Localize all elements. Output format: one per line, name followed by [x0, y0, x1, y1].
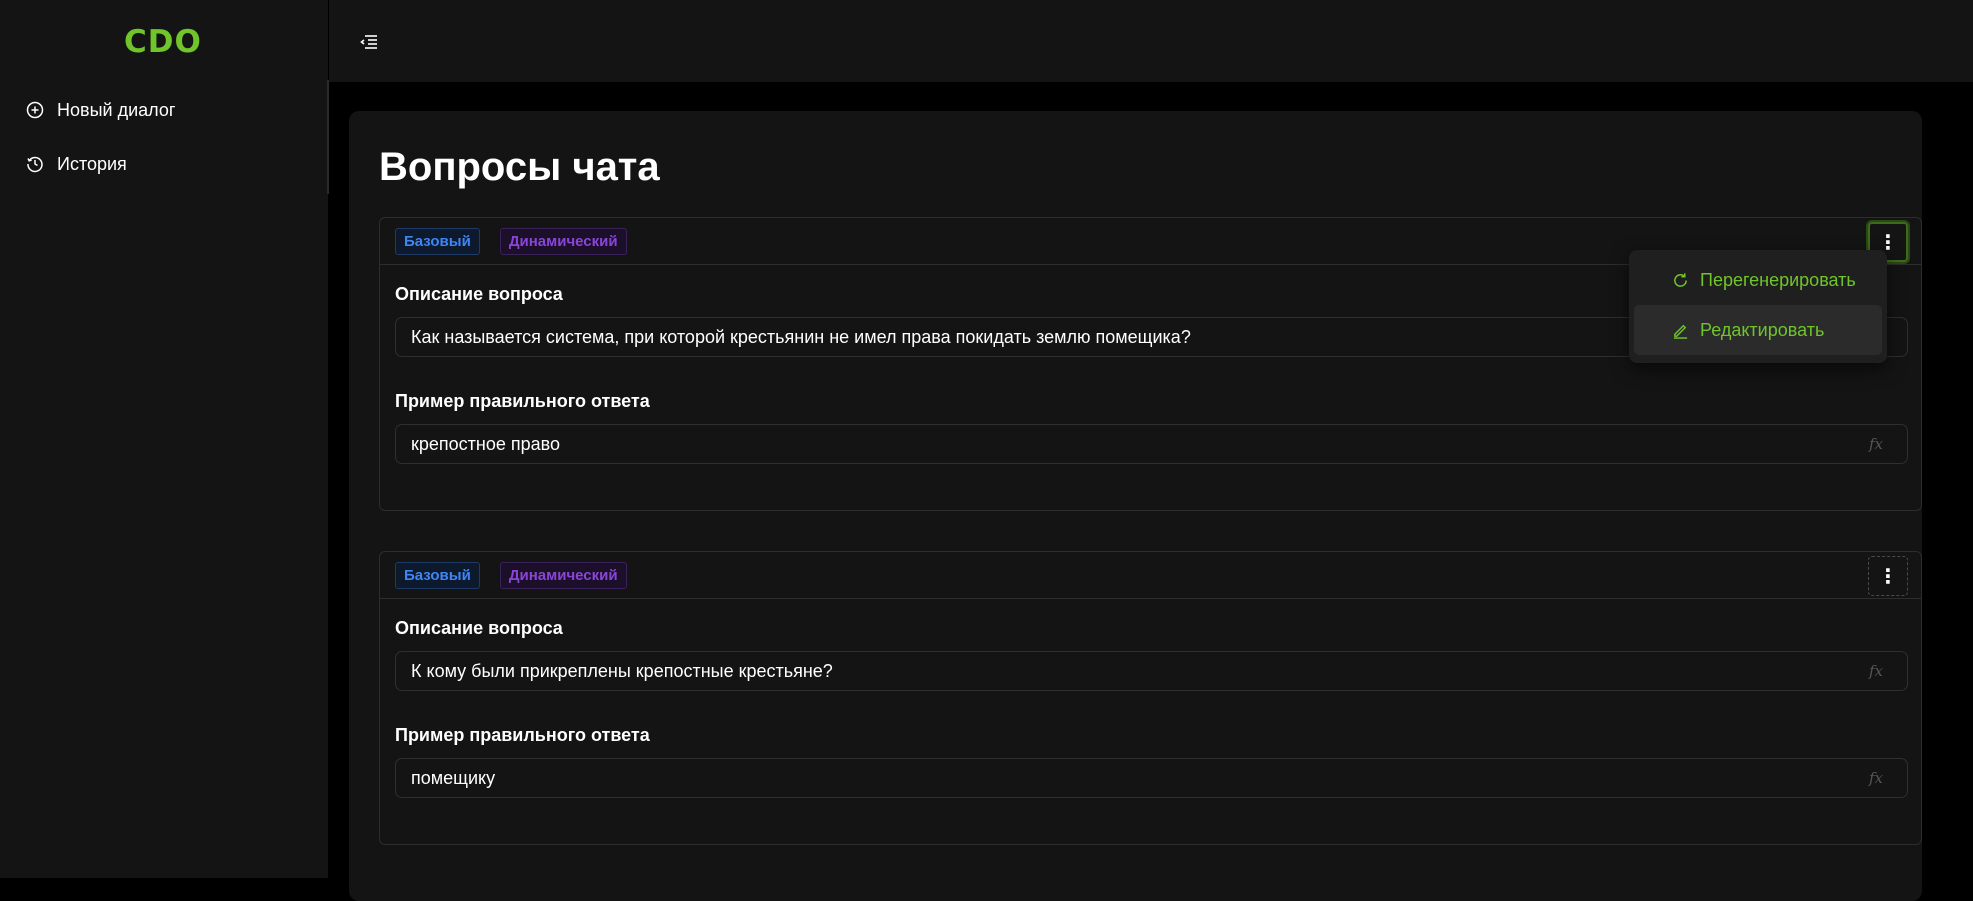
- answer-value: крепостное право: [411, 433, 561, 454]
- kebab-icon: ⋮: [1878, 565, 1898, 588]
- formula-icon[interactable]: fx: [1869, 769, 1883, 787]
- refresh-icon: [1674, 272, 1687, 287]
- answer-label: Пример правильного ответа: [395, 391, 650, 411]
- pencil-icon: [1673, 324, 1688, 339]
- menu-item-edit[interactable]: Редактировать: [1634, 305, 1882, 355]
- answer-value: помещику: [411, 767, 496, 788]
- tag-basic: Базовый: [395, 561, 480, 589]
- question-label: Описание вопроса: [395, 618, 563, 638]
- topbar: [329, 0, 1973, 82]
- question-field[interactable]: К кому были прикреплены крепостные крест…: [395, 651, 1908, 691]
- question-card: Базовый Динамический ⋮ Описание вопроса …: [379, 551, 1922, 845]
- plus-circle-icon: [26, 101, 44, 119]
- card-actions-menu: Перегенерировать Редактировать: [1629, 250, 1887, 363]
- question-label: Описание вопроса: [395, 284, 563, 304]
- question-value: Как называется система, при которой крес…: [411, 326, 1191, 347]
- page-title: Вопросы чата: [379, 145, 660, 189]
- sidebar-item-history[interactable]: История: [26, 151, 127, 177]
- logo[interactable]: CDO: [124, 24, 202, 60]
- menu-item-regenerate[interactable]: Перегенерировать: [1634, 255, 1882, 305]
- menu-item-label: Редактировать: [1700, 319, 1825, 340]
- answer-label: Пример правильного ответа: [395, 725, 650, 745]
- sidebar: CDO Новый диалог История: [0, 0, 328, 878]
- tag-dynamic: Динамический: [499, 561, 627, 589]
- formula-icon[interactable]: fx: [1869, 662, 1883, 680]
- history-icon: [27, 156, 43, 173]
- main-panel: Вопросы чата Базовый Динамический ⋮ Опис…: [349, 111, 1922, 901]
- collapse-sidebar-button[interactable]: [357, 30, 381, 54]
- card-header: Базовый Динамический ⋮: [380, 552, 1921, 599]
- tag-basic: Базовый: [395, 227, 480, 255]
- question-value: К кому были прикреплены крепостные крест…: [411, 660, 833, 681]
- answer-field[interactable]: крепостное право fx: [395, 424, 1908, 464]
- more-options-button[interactable]: ⋮: [1868, 556, 1908, 596]
- tag-dynamic: Динамический: [499, 227, 627, 255]
- sidebar-divider: [327, 80, 329, 194]
- formula-icon[interactable]: fx: [1869, 435, 1883, 453]
- answer-field[interactable]: помещику fx: [395, 758, 1908, 798]
- menu-item-label: Перегенерировать: [1700, 269, 1856, 290]
- sidebar-item-new-dialog[interactable]: Новый диалог: [26, 97, 175, 123]
- sidebar-item-label: Новый диалог: [57, 99, 176, 120]
- menu-collapse-icon: [360, 35, 377, 49]
- sidebar-item-label: История: [57, 153, 127, 174]
